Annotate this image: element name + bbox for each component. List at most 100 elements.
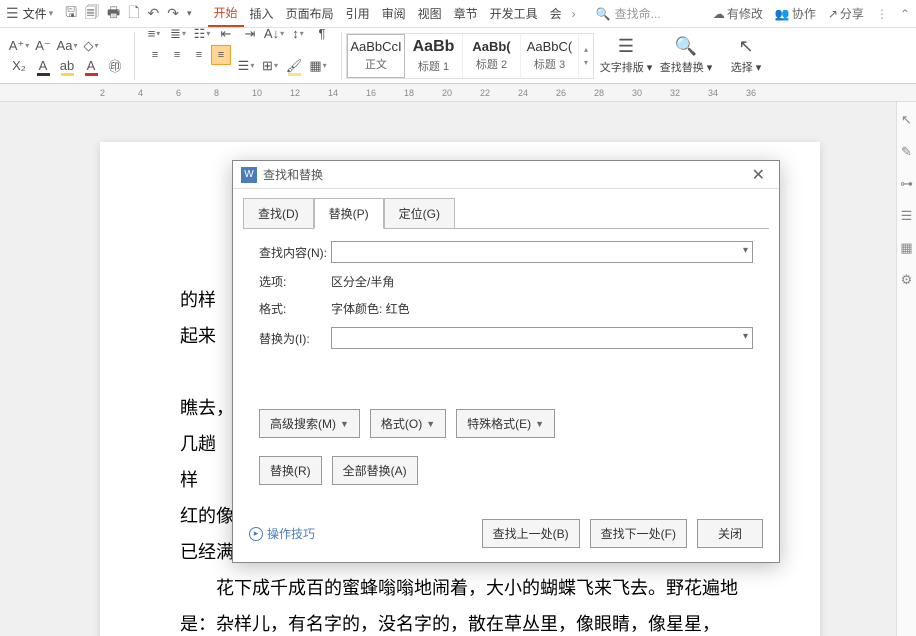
numbering-button[interactable]: ≣ <box>169 25 187 43</box>
side-settings-icon[interactable]: ⚙ <box>901 272 913 288</box>
tab-review[interactable]: 审阅 <box>376 1 412 26</box>
highlight-button[interactable]: ab <box>58 57 76 75</box>
ruler-mark: 30 <box>632 88 642 98</box>
align-left-button[interactable]: ≡ <box>145 45 165 65</box>
ruler-mark: 34 <box>708 88 718 98</box>
style-h1-preview: AaBb <box>413 38 455 56</box>
style-heading2[interactable]: AaBb( 标题 2 <box>463 34 521 78</box>
dialog-title: 查找和替换 <box>263 166 323 183</box>
style-heading1[interactable]: AaBb 标题 1 <box>405 34 463 78</box>
collapse-ribbon-icon[interactable]: ⌃ <box>900 7 910 21</box>
tab-scroll-icon[interactable]: › <box>568 7 580 21</box>
show-marks-button[interactable]: ¶ <box>313 25 331 43</box>
special-format-button[interactable]: 特殊格式(E)▼ <box>456 409 555 438</box>
find-content-input[interactable] <box>331 241 753 263</box>
typeset-button[interactable]: ☰ 文字排版 ▾ <box>598 33 654 79</box>
styles-scroll-down-icon[interactable]: ▾ <box>584 58 588 67</box>
top-left-group: ☰ 文件 ▾ 🖫 🗐 🖶 🗋 ↶ ↷ ▾ <box>6 2 192 26</box>
clear-format-button[interactable]: ◇ <box>82 37 100 55</box>
find-prev-button[interactable]: 查找上一处(B) <box>482 519 580 548</box>
tab-developer[interactable]: 开发工具 <box>484 1 544 26</box>
find-next-button[interactable]: 查找下一处(F) <box>590 519 687 548</box>
dialog-close-button[interactable]: ✕ <box>746 165 771 185</box>
close-button[interactable]: 关闭 <box>697 519 763 548</box>
tab-insert[interactable]: 插入 <box>244 1 280 26</box>
align-right-button[interactable]: ≡ <box>189 45 209 65</box>
align-justify-button[interactable]: ≡ <box>211 45 231 65</box>
style-heading3[interactable]: AaBbC( 标题 3 <box>521 34 579 78</box>
paragraph-group: ≡ ≣ ☷ ⇤ ⇥ A↓ ↕ ¶ ≡ ≡ ≡ ≡ ☰ ⊞ 🖌 ▦ <box>139 32 342 80</box>
save-as-icon[interactable]: 🗐 <box>85 2 99 26</box>
ruler-mark: 26 <box>556 88 566 98</box>
sort-button[interactable]: A↓ <box>265 25 283 43</box>
file-menu[interactable]: 文件 ▾ <box>23 5 54 22</box>
tips-link[interactable]: ▸ 操作技巧 <box>249 525 315 542</box>
tab-section[interactable]: 章节 <box>448 1 484 26</box>
horizontal-ruler[interactable]: 24681012141618202224262830323436 <box>0 84 916 102</box>
save-icon[interactable]: 🖫 <box>65 2 77 26</box>
advanced-search-button[interactable]: 高级搜索(M)▼ <box>259 409 360 438</box>
shading-button[interactable]: 🖌 <box>285 57 303 75</box>
font-color-button[interactable]: A <box>82 57 100 75</box>
command-search[interactable]: 🔍 查找命... <box>596 5 661 22</box>
text-effects-button[interactable]: A <box>34 57 52 75</box>
side-link-icon[interactable]: ⊶ <box>900 176 913 192</box>
find-content-label: 查找内容(N): <box>259 244 331 261</box>
tab-layout[interactable]: 页面布局 <box>280 1 340 26</box>
distributed-button[interactable]: ☰ <box>237 57 255 75</box>
redo-icon[interactable]: ↷ <box>167 5 179 22</box>
side-template-icon[interactable]: ▦ <box>900 240 912 256</box>
side-cursor-icon[interactable]: ↖ <box>901 112 912 128</box>
tab-goto[interactable]: 定位(G) <box>384 198 455 229</box>
find-replace-label: 查找替换 ▾ <box>660 59 713 75</box>
increase-indent-button[interactable]: ⇥ <box>241 25 259 43</box>
share-button[interactable]: ↗ 分享 <box>828 5 864 22</box>
typeset-label: 文字排版 ▾ <box>600 59 653 75</box>
tab-find[interactable]: 查找(D) <box>243 198 314 229</box>
undo-icon[interactable]: ↶ <box>148 5 160 22</box>
borders-button[interactable]: ▦ <box>309 57 327 75</box>
styles-gallery: AaBbCcI 正文 AaBb 标题 1 AaBb( 标题 2 AaBbC( 标… <box>346 33 594 79</box>
enclose-char-button[interactable]: ㊞ <box>106 57 124 75</box>
ruler-mark: 28 <box>594 88 604 98</box>
align-center-button[interactable]: ≡ <box>167 45 187 65</box>
dialog-titlebar[interactable]: W 查找和替换 ✕ <box>233 161 779 189</box>
decrease-indent-button[interactable]: ⇤ <box>217 25 235 43</box>
collab-button[interactable]: 👥 协作 <box>775 5 816 22</box>
print-icon[interactable]: 🖶 <box>107 2 120 26</box>
ruler-mark: 2 <box>100 88 105 98</box>
tab-replace[interactable]: 替换(P) <box>314 198 384 229</box>
multilevel-button[interactable]: ☷ <box>193 25 211 43</box>
side-style-icon[interactable]: ✎ <box>901 144 912 160</box>
replace-all-button[interactable]: 全部替换(A) <box>332 456 418 485</box>
bullets-button[interactable]: ≡ <box>145 25 163 43</box>
hamburger-icon[interactable]: ☰ <box>6 5 19 22</box>
select-button[interactable]: ↖ 选择 ▾ <box>718 33 774 79</box>
qat-customize-icon[interactable]: ▾ <box>187 8 192 19</box>
style-h3-label: 标题 3 <box>534 56 565 72</box>
print-preview-icon[interactable]: 🗋 <box>128 2 139 26</box>
replace-with-input[interactable] <box>331 327 753 349</box>
tab-start[interactable]: 开始 <box>208 0 244 27</box>
subscript-button[interactable]: X₂ <box>10 57 28 75</box>
format-button[interactable]: 格式(O)▼ <box>370 409 446 438</box>
format-label: 格式: <box>259 300 331 317</box>
more-icon[interactable]: ⋮ <box>876 7 888 21</box>
grow-font-button[interactable]: A⁺ <box>10 37 28 55</box>
tabs-button[interactable]: ⊞ <box>261 57 279 75</box>
tab-view[interactable]: 视图 <box>412 1 448 26</box>
find-replace-button[interactable]: 🔍 查找替换 ▾ <box>658 33 714 79</box>
shrink-font-button[interactable]: A⁻ <box>34 37 52 55</box>
side-nav-icon[interactable]: ☰ <box>901 208 913 224</box>
line-spacing-button[interactable]: ↕ <box>289 25 307 43</box>
styles-scroll-up-icon[interactable]: ▴ <box>584 45 588 54</box>
style-normal[interactable]: AaBbCcI 正文 <box>347 34 405 78</box>
style-h2-label: 标题 2 <box>476 56 507 72</box>
tab-more[interactable]: 会 <box>544 1 568 26</box>
replace-button[interactable]: 替换(R) <box>259 456 322 485</box>
search-icon: 🔍 <box>596 7 611 21</box>
change-case-button[interactable]: Aa <box>58 37 76 55</box>
unsaved-label: 有修改 <box>727 5 763 22</box>
unsaved-indicator[interactable]: ☁ 有修改 <box>713 5 763 22</box>
tab-references[interactable]: 引用 <box>340 1 376 26</box>
